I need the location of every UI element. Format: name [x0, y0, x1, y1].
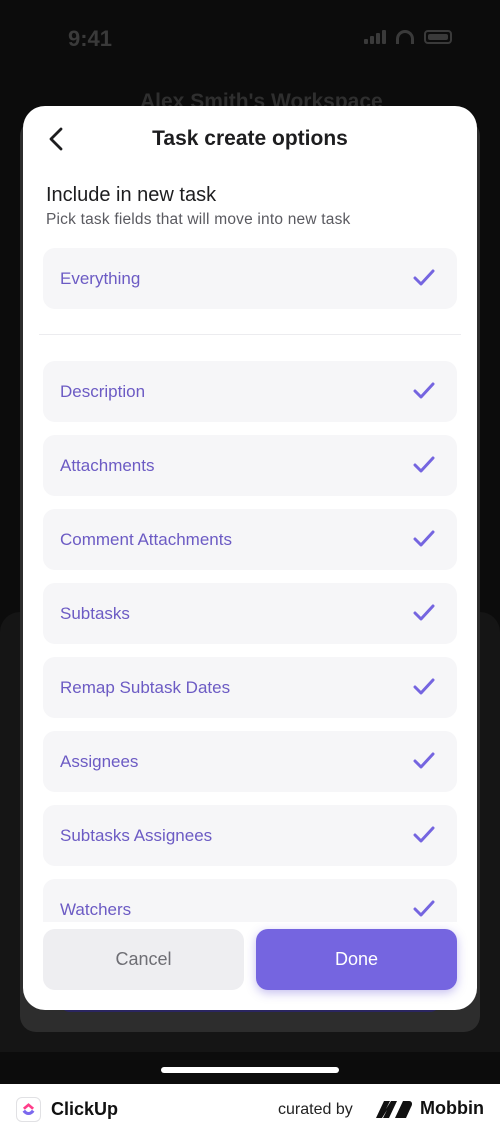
action-buttons: Cancel Done — [43, 929, 457, 990]
mobbin-logo-icon — [376, 1101, 413, 1118]
modal-title: Task create options — [152, 127, 348, 150]
option-comment-attachments[interactable]: Comment Attachments — [43, 509, 457, 570]
checkmark-icon — [413, 530, 435, 547]
status-icons — [364, 30, 452, 44]
option-subtasks-assignees[interactable]: Subtasks Assignees — [43, 805, 457, 866]
checkmark-icon — [413, 456, 435, 473]
cancel-button[interactable]: Cancel — [43, 929, 244, 990]
option-label: Comment Attachments — [60, 529, 232, 549]
home-indicator[interactable] — [161, 1067, 339, 1073]
mobbin-brand: Mobbin — [420, 1098, 484, 1118]
app-name: ClickUp — [51, 1099, 119, 1119]
option-everything[interactable]: Everything — [43, 248, 457, 309]
status-time: 9:41 — [68, 26, 113, 51]
option-label: Watchers — [60, 899, 132, 919]
done-button[interactable]: Done — [256, 929, 457, 990]
section-divider — [39, 334, 461, 335]
checkmark-icon — [413, 826, 435, 843]
section-subtitle: Pick task fields that will move into new… — [46, 211, 351, 228]
curated-by-label: curated by — [278, 1101, 353, 1118]
checkmark-icon — [413, 678, 435, 695]
checkmark-icon — [413, 604, 435, 621]
option-watchers[interactable]: Watchers — [43, 879, 457, 922]
option-label: Attachments — [60, 455, 155, 475]
option-assignees[interactable]: Assignees — [43, 731, 457, 792]
modal-header: Task create options — [23, 106, 477, 172]
option-attachments[interactable]: Attachments — [43, 435, 457, 496]
checkmark-icon — [413, 382, 435, 399]
option-label: Remap Subtask Dates — [60, 677, 231, 697]
wifi-icon — [396, 30, 414, 44]
task-create-options-modal: Task create options Include in new task … — [23, 106, 477, 1010]
option-label: Subtasks Assignees — [60, 825, 213, 845]
section-header: Include in new task Pick task fields tha… — [23, 172, 477, 229]
checkmark-icon — [413, 269, 435, 286]
option-subtasks[interactable]: Subtasks — [43, 583, 457, 644]
checkmark-icon — [413, 900, 435, 917]
attribution-footer: ClickUp curated by Mobbin — [0, 1084, 500, 1135]
option-remap-subtask-dates[interactable]: Remap Subtask Dates — [43, 657, 457, 718]
options-list[interactable]: Description Attachments Comment Attachme… — [23, 356, 477, 922]
option-label: Subtasks — [60, 603, 130, 623]
option-label: Assignees — [60, 751, 139, 771]
section-title: Include in new task — [46, 184, 217, 206]
option-label: Description — [60, 381, 146, 401]
battery-icon — [424, 30, 452, 44]
status-bar: 9:41 — [0, 0, 500, 80]
clickup-logo-icon — [16, 1097, 41, 1122]
checkmark-icon — [413, 752, 435, 769]
cellular-signal-icon — [364, 30, 386, 44]
option-description[interactable]: Description — [43, 361, 457, 422]
option-label: Everything — [60, 268, 141, 288]
